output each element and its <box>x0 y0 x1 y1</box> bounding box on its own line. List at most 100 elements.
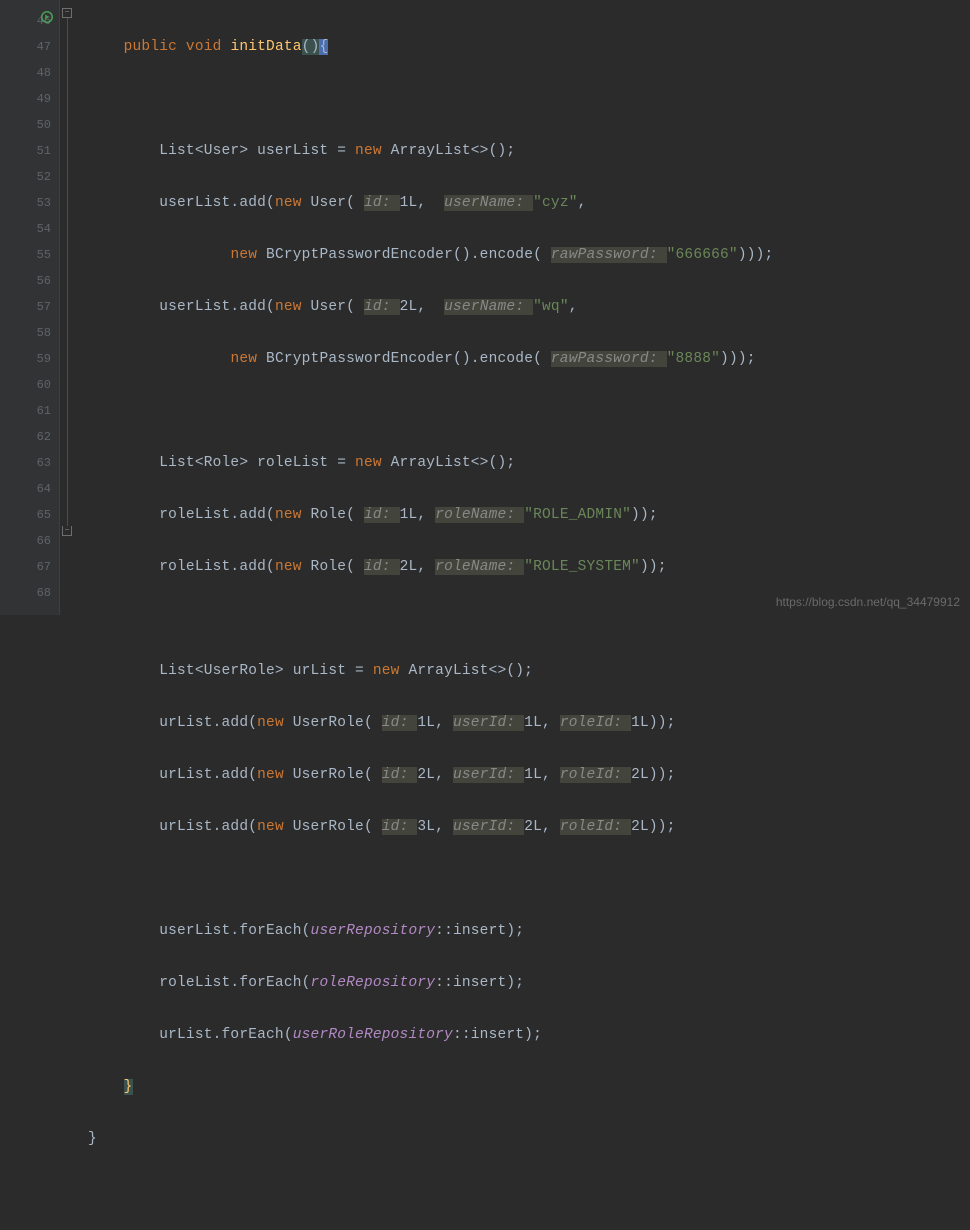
method-ref: userRoleRepository <box>293 1027 453 1043</box>
code-line-57[interactable] <box>88 606 970 632</box>
text: ))); <box>720 351 756 367</box>
text: , <box>417 507 435 523</box>
text: , <box>542 715 560 731</box>
code-area[interactable]: public void initData(){ List<User> userL… <box>74 0 970 615</box>
code-line-55[interactable]: roleList.add(new Role( id: 1L, roleName:… <box>88 502 970 528</box>
code-editor[interactable]: 4647484950515253545556575859606162636465… <box>0 0 970 615</box>
param-hint-id: id: <box>364 507 400 523</box>
string: "cyz" <box>533 195 578 211</box>
text: Role( <box>311 559 364 575</box>
keyword-new: new <box>355 143 391 159</box>
text: , <box>417 299 444 315</box>
line-number-gutter: 4647484950515253545556575859606162636465… <box>0 0 60 615</box>
param-hint-rawpassword: rawPassword: <box>551 351 667 367</box>
code-line-65[interactable]: urList.forEach(userRoleRepository::inser… <box>88 1022 970 1048</box>
text: User( <box>311 299 364 315</box>
text: ))); <box>738 247 774 263</box>
text: UserRole( <box>293 767 382 783</box>
code-line-50[interactable]: new BCryptPasswordEncoder().encode( rawP… <box>88 242 970 268</box>
line-number: 57 <box>0 294 51 320</box>
line-number: 54 <box>0 216 51 242</box>
line-number: 47 <box>0 34 51 60</box>
string: "ROLE_ADMIN" <box>524 507 631 523</box>
param-hint-userid: userId: <box>453 715 524 731</box>
text: urList.add( <box>88 767 257 783</box>
line-number: 55 <box>0 242 51 268</box>
code-line-46[interactable]: public void initData(){ <box>88 34 970 60</box>
text: )); <box>640 559 667 575</box>
line-number: 48 <box>0 60 51 86</box>
text: , <box>542 819 560 835</box>
text: )); <box>631 507 658 523</box>
text: ArrayList<>(); <box>408 663 533 679</box>
text: , <box>569 299 578 315</box>
keyword-new: new <box>257 715 293 731</box>
code-line-48[interactable]: List<User> userList = new ArrayList<>(); <box>88 138 970 164</box>
code-line-68[interactable] <box>88 1178 970 1204</box>
code-line-58[interactable]: List<UserRole> urList = new ArrayList<>(… <box>88 658 970 684</box>
text: , <box>435 767 453 783</box>
code-line-66[interactable]: } <box>88 1074 970 1100</box>
method-ref: userRepository <box>311 923 436 939</box>
string: "ROLE_SYSTEM" <box>524 559 640 575</box>
text: BCryptPasswordEncoder().encode( <box>266 247 551 263</box>
code-line-49[interactable]: userList.add(new User( id: 1L, userName:… <box>88 190 970 216</box>
code-line-53[interactable] <box>88 398 970 424</box>
text: roleList.add( <box>88 559 275 575</box>
code-line-62[interactable] <box>88 866 970 892</box>
line-number: 68 <box>0 580 51 606</box>
value: 1L <box>400 195 418 211</box>
text: , <box>578 195 587 211</box>
fold-marker-start[interactable]: − <box>62 8 72 18</box>
value: 1L <box>524 715 542 731</box>
line-number: 53 <box>0 190 51 216</box>
line-number: 65 <box>0 502 51 528</box>
text: urList.add( <box>88 715 257 731</box>
text: User( <box>311 195 364 211</box>
line-number: 52 <box>0 164 51 190</box>
text: userList.add( <box>88 195 275 211</box>
value: 2L <box>400 559 418 575</box>
code-line-61[interactable]: urList.add(new UserRole( id: 3L, userId:… <box>88 814 970 840</box>
param-hint-id: id: <box>382 819 418 835</box>
code-line-52[interactable]: new BCryptPasswordEncoder().encode( rawP… <box>88 346 970 372</box>
value: 3L <box>417 819 435 835</box>
text: )); <box>649 715 676 731</box>
code-line-51[interactable]: userList.add(new User( id: 2L, userName:… <box>88 294 970 320</box>
text: ::insert); <box>435 923 524 939</box>
code-line-63[interactable]: userList.forEach(userRepository::insert)… <box>88 918 970 944</box>
param-hint-roleid: roleId: <box>560 819 631 835</box>
param-hint-id: id: <box>364 559 400 575</box>
value: 1L <box>417 715 435 731</box>
fold-column: − − <box>60 0 74 615</box>
watermark-text: https://blog.csdn.net/qq_34479912 <box>776 595 960 609</box>
text: urList.forEach( <box>88 1027 293 1043</box>
line-number: 63 <box>0 450 51 476</box>
param-hint-id: id: <box>364 299 400 315</box>
value: 2L <box>400 299 418 315</box>
code-line-67[interactable]: } <box>88 1126 970 1152</box>
code-line-47[interactable] <box>88 86 970 112</box>
code-line-59[interactable]: urList.add(new UserRole( id: 1L, userId:… <box>88 710 970 736</box>
text <box>88 247 230 263</box>
fold-marker-end[interactable]: − <box>62 526 72 536</box>
code-line-64[interactable]: roleList.forEach(roleRepository::insert)… <box>88 970 970 996</box>
text: ArrayList<>(); <box>391 143 516 159</box>
code-line-56[interactable]: roleList.add(new Role( id: 2L, roleName:… <box>88 554 970 580</box>
param-hint-id: id: <box>364 195 400 211</box>
param-hint-rolename: roleName: <box>435 559 524 575</box>
text: BCryptPasswordEncoder().encode( <box>266 351 551 367</box>
keyword-new: new <box>257 767 293 783</box>
text <box>88 351 230 367</box>
code-line-60[interactable]: urList.add(new UserRole( id: 2L, userId:… <box>88 762 970 788</box>
text: } <box>88 1131 97 1147</box>
param-hint-roleid: roleId: <box>560 715 631 731</box>
run-recursive-icon[interactable] <box>40 10 54 24</box>
string: "8888" <box>667 351 720 367</box>
param-hint-userid: userId: <box>453 767 524 783</box>
keyword-public: public <box>124 39 186 55</box>
text: userList.add( <box>88 299 275 315</box>
code-line-54[interactable]: List<Role> roleList = new ArrayList<>(); <box>88 450 970 476</box>
param-hint-id: id: <box>382 715 418 731</box>
text: List<User> userList = <box>88 143 355 159</box>
